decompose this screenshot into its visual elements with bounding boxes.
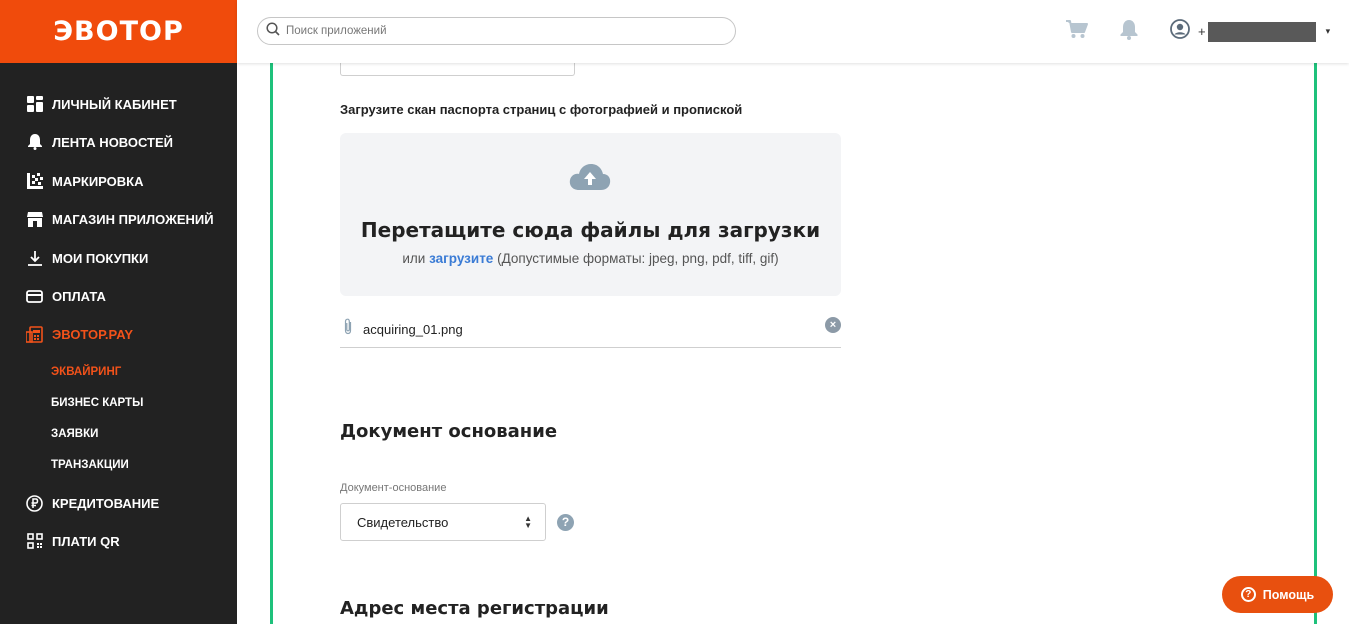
evotor-logo[interactable]: ЭВОТОР — [0, 0, 237, 63]
sidebar-item-label: МАРКИРОВКА — [52, 173, 144, 189]
search-icon — [266, 21, 280, 41]
hint-prefix: или — [402, 251, 426, 266]
sidebar: ЭВОТОР ЛИЧНЫЙ КАБИНЕТ ЛЕНТА НОВОСТЕЙ МАР… — [0, 0, 237, 624]
help-button[interactable]: ? Помощь — [1222, 576, 1333, 613]
datamatrix-icon — [26, 173, 43, 190]
registration-address-title: Адрес места регистрации — [340, 598, 609, 619]
notifications-bell-icon[interactable] — [1120, 19, 1138, 45]
cloud-upload-icon — [569, 163, 611, 196]
help-question-icon[interactable]: ? — [557, 514, 574, 531]
uploaded-file-row: acquiring_01.png × — [340, 311, 841, 348]
sidebar-item-news[interactable]: ЛЕНТА НОВОСТЕЙ — [0, 127, 237, 157]
sidebar-subitem-transactions[interactable]: ТРАНЗАКЦИИ — [51, 459, 129, 471]
sidebar-item-crediting[interactable]: КРЕДИТОВАНИЕ — [0, 488, 237, 518]
user-menu[interactable]: + ▾ — [1170, 19, 1330, 44]
cart-icon[interactable] — [1066, 19, 1088, 44]
top-bar: + ▾ — [237, 0, 1349, 63]
store-icon — [26, 211, 43, 228]
sidebar-subitem-requests[interactable]: ЗАЯВКИ — [51, 428, 98, 440]
sidebar-item-label: ЛЕНТА НОВОСТЕЙ — [52, 134, 173, 150]
sidebar-item-label: ПЛАТИ QR — [52, 533, 120, 549]
sidebar-item-label: МОИ ПОКУПКИ — [52, 250, 149, 266]
document-basis-select[interactable]: Свидетельство ▲ ▼ — [340, 503, 546, 541]
sidebar-subitem-acquiring[interactable]: ЭКВАЙРИНГ — [51, 366, 121, 378]
sidebar-item-my-purchases[interactable]: МОИ ПОКУПКИ — [0, 243, 237, 273]
terminal-icon — [26, 325, 43, 343]
file-dropzone[interactable]: Перетащите сюда файлы для загрузки или з… — [340, 133, 841, 296]
user-phone-redacted — [1207, 21, 1316, 42]
ruble-icon — [26, 494, 43, 512]
sidebar-subitem-business-cards[interactable]: БИЗНЕС КАРТЫ — [51, 397, 143, 409]
sidebar-item-label: ОПЛАТА — [52, 288, 106, 304]
user-phone-prefix: + — [1198, 24, 1206, 39]
card-icon — [26, 288, 43, 305]
help-button-label: Помощь — [1262, 587, 1315, 602]
form-frame: Загрузите скан паспорта страниц с фотогр… — [270, 51, 1317, 624]
document-basis-title: Документ основание — [340, 421, 558, 442]
user-avatar-icon — [1170, 19, 1190, 44]
sidebar-item-app-store[interactable]: МАГАЗИН ПРИЛОЖЕНИЙ — [0, 204, 237, 234]
sidebar-item-label: МАГАЗИН ПРИЛОЖЕНИЙ — [52, 211, 214, 227]
qr-icon — [26, 533, 43, 550]
paperclip-icon — [343, 318, 353, 340]
uploaded-file-name: acquiring_01.png — [363, 321, 463, 337]
hint-formats: (Допустимые форматы: jpeg, png, pdf, tif… — [497, 251, 779, 266]
sidebar-item-evotor-pay[interactable]: ЭВОТОР.PAY — [0, 319, 237, 349]
main-content: Загрузите скан паспорта страниц с фотогр… — [237, 51, 1349, 624]
remove-file-icon[interactable]: × — [825, 317, 841, 333]
logo-text: ЭВОТОР — [53, 16, 184, 47]
sidebar-item-pay-qr[interactable]: ПЛАТИ QR — [0, 526, 237, 556]
dropzone-title: Перетащите сюда файлы для загрузки — [360, 218, 821, 242]
sidebar-item-label: ЭВОТОР.PAY — [52, 326, 134, 342]
search-input[interactable] — [286, 25, 706, 37]
upload-link[interactable]: загрузите — [429, 251, 493, 266]
chevron-down-icon[interactable]: ▾ — [1326, 26, 1331, 37]
download-icon — [26, 250, 43, 267]
document-basis-label: Документ-основание — [340, 482, 447, 494]
document-basis-value: Свидетельство — [357, 514, 449, 530]
dashboard-icon — [26, 96, 43, 113]
sidebar-item-personal-cabinet[interactable]: ЛИЧНЫЙ КАБИНЕТ — [0, 89, 237, 119]
question-circle-icon: ? — [1240, 587, 1256, 602]
search-box[interactable] — [257, 17, 736, 45]
passport-upload-label: Загрузите скан паспорта страниц с фотогр… — [340, 102, 743, 117]
sidebar-item-label: КРЕДИТОВАНИЕ — [52, 495, 160, 511]
sidebar-item-payment[interactable]: ОПЛАТА — [0, 281, 237, 311]
dropzone-hint: или загрузите (Допустимые форматы: jpeg,… — [340, 251, 841, 266]
select-arrows-icon: ▲ ▼ — [524, 514, 532, 530]
sidebar-item-marking[interactable]: МАРКИРОВКА — [0, 166, 237, 196]
bell-icon — [26, 134, 43, 151]
sidebar-item-label: ЛИЧНЫЙ КАБИНЕТ — [52, 96, 177, 112]
